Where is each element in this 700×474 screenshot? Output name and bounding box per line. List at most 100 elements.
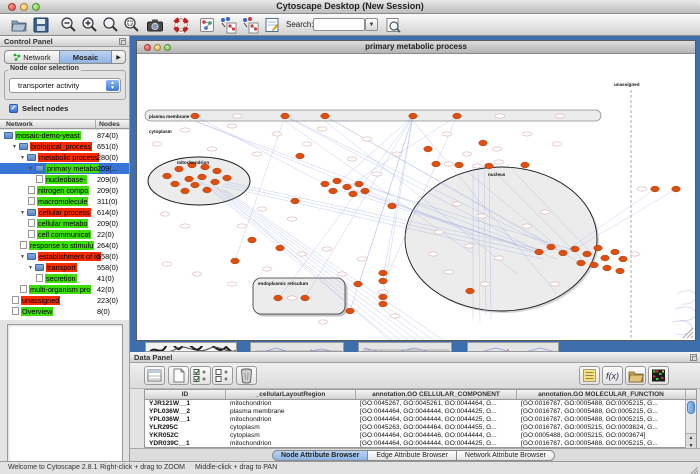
network-node[interactable] xyxy=(191,113,200,119)
table-cell[interactable]: cytoplasm xyxy=(226,424,356,432)
network-node[interactable] xyxy=(231,258,240,264)
table-cell[interactable]: [GO:0005488, GO:0005215, GO:0003674] xyxy=(517,432,686,440)
network-node[interactable] xyxy=(590,262,599,268)
create-network-selected-nodes-icon[interactable] xyxy=(219,16,237,34)
network-node[interactable] xyxy=(333,178,342,184)
delete-attribute-icon[interactable] xyxy=(236,366,257,385)
create-network-selected-edges-icon[interactable] xyxy=(241,16,259,34)
table-cell[interactable]: mitochondrion xyxy=(226,440,356,448)
network-node[interactable] xyxy=(466,288,475,294)
network-node[interactable] xyxy=(203,187,212,193)
table-cell[interactable]: [GO:0044464, GO:0044444, GO:0044425, G..… xyxy=(356,408,517,416)
network-node[interactable] xyxy=(571,246,580,252)
tree-row[interactable]: Overview8(0) xyxy=(0,306,129,317)
network-edge-loop[interactable] xyxy=(677,291,695,304)
network-node[interactable] xyxy=(583,251,592,257)
network-node[interactable] xyxy=(521,162,530,168)
network-node[interactable] xyxy=(346,308,355,314)
minimized-window-3[interactable] xyxy=(358,342,452,352)
network-node[interactable] xyxy=(594,245,603,251)
network-node[interactable] xyxy=(329,188,338,194)
minimized-window-2[interactable] xyxy=(250,342,344,352)
table-scrollbar[interactable]: ▲▼ xyxy=(685,400,696,449)
network-node[interactable] xyxy=(301,295,310,301)
network-tree-header[interactable]: Network Nodes xyxy=(0,119,129,129)
network-edge[interactable] xyxy=(212,185,416,340)
table-cell[interactable]: mitochondrion xyxy=(226,416,356,424)
expand-arrow-icon[interactable]: ▼ xyxy=(28,265,35,271)
unselect-all-attributes-icon[interactable] xyxy=(212,366,233,385)
network-edge[interactable] xyxy=(305,116,413,298)
network-node[interactable] xyxy=(619,256,628,262)
tree-row[interactable]: unassigned223(0) xyxy=(0,295,129,306)
network-node[interactable] xyxy=(672,186,681,192)
network-node[interactable] xyxy=(198,174,207,180)
tree-row[interactable]: multi-organism pro42(0) xyxy=(0,284,129,295)
table-row[interactable]: YKR052Ccytoplasm[GO:0044464, GO:0044446,… xyxy=(145,432,696,440)
network-node[interactable] xyxy=(175,166,184,172)
tree-row[interactable]: mosaic-demo-yeast874(0) xyxy=(0,130,129,141)
table-cell[interactable]: [GO:0044464, GO:0044446, GO:0044444, G..… xyxy=(356,432,517,440)
network-manager-icon[interactable] xyxy=(198,16,216,34)
tab-mosaic[interactable]: Mosaic xyxy=(60,50,112,64)
network-node[interactable] xyxy=(274,295,283,301)
network-node[interactable] xyxy=(248,237,257,243)
table-column-header[interactable]: annotation.GO CELLULAR_COMPONENT xyxy=(356,390,517,399)
attribute-table-header[interactable]: ID_cellularLayoutRegionannotation.GO CEL… xyxy=(145,390,696,400)
network-node[interactable] xyxy=(616,268,625,274)
table-cell[interactable]: [GO:0016787, GO:0005215, GO:0003824, G..… xyxy=(517,424,686,432)
network-node[interactable] xyxy=(388,203,397,209)
snapshot-camera-icon[interactable] xyxy=(146,16,164,34)
network-node[interactable] xyxy=(281,113,290,119)
table-cell[interactable]: YPL036W__2 xyxy=(145,408,226,416)
network-node[interactable] xyxy=(424,146,433,152)
tree-row[interactable]: ▼primary metabo209(... xyxy=(0,163,129,174)
network-node[interactable] xyxy=(191,182,200,188)
table-cell[interactable]: YLR295C xyxy=(145,424,226,432)
network-node[interactable] xyxy=(432,161,441,167)
network-node[interactable] xyxy=(296,153,305,159)
network-node[interactable] xyxy=(185,176,194,182)
tree-row[interactable]: secretion41(0) xyxy=(0,273,129,284)
tree-row[interactable]: ▼transport558(0) xyxy=(0,262,129,273)
table-row[interactable]: YDR039C__1mitochondrion[GO:0044464, GO:0… xyxy=(145,440,696,448)
tree-row[interactable]: macromolecule311(0) xyxy=(0,196,129,207)
network-node[interactable] xyxy=(321,113,330,119)
network-node[interactable] xyxy=(163,173,172,179)
network-node[interactable] xyxy=(603,265,612,271)
zoom-selected-icon[interactable] xyxy=(123,16,141,34)
tree-row[interactable]: cell communicat22(0) xyxy=(0,229,129,240)
network-node[interactable] xyxy=(171,181,180,187)
attribute-browser-tab[interactable]: Edge Attribute Browser xyxy=(368,450,457,461)
network-node[interactable] xyxy=(213,168,222,174)
minimized-window-4[interactable] xyxy=(467,342,559,352)
scrollbar-arrows[interactable]: ▲▼ xyxy=(686,433,696,449)
attribute-table[interactable]: ID_cellularLayoutRegionannotation.GO CEL… xyxy=(144,389,697,448)
tree-row[interactable]: nucleobase-209(0) xyxy=(0,174,129,185)
network-node[interactable] xyxy=(349,191,358,197)
table-cell[interactable]: [GO:0045267, GO:0045261, GO:0044464, G..… xyxy=(356,400,517,408)
network-node[interactable] xyxy=(453,113,462,119)
save-session-icon[interactable] xyxy=(32,16,50,34)
table-cell[interactable]: YDR039C__1 xyxy=(145,440,226,448)
network-node[interactable] xyxy=(379,294,388,300)
table-cell[interactable]: [GO:0044464, GO:0044444, GO:0044425, G..… xyxy=(356,440,517,448)
select-all-attributes-icon[interactable] xyxy=(190,366,211,385)
table-row[interactable]: YPL036W__1mitochondrion[GO:0044464, GO:0… xyxy=(145,416,696,424)
birds-eye-view[interactable] xyxy=(7,324,123,470)
network-node[interactable] xyxy=(211,179,220,185)
table-cell[interactable]: YJR121W__1 xyxy=(145,400,226,408)
network-node[interactable] xyxy=(291,198,300,204)
expand-arrow-icon[interactable]: ▼ xyxy=(12,144,19,150)
network-window-titlebar[interactable]: primary metabolic process xyxy=(137,41,695,54)
network-node[interactable] xyxy=(276,245,285,251)
network-node[interactable] xyxy=(547,244,556,250)
network-node[interactable] xyxy=(485,163,494,169)
attribute-browser-tab[interactable]: Node Attribute Browser xyxy=(272,450,368,461)
network-node[interactable] xyxy=(577,260,586,266)
expand-arrow-icon[interactable]: ▼ xyxy=(28,166,35,172)
table-column-header[interactable]: _cellularLayoutRegion xyxy=(226,390,356,399)
network-node[interactable] xyxy=(601,255,610,261)
zoom-fit-icon[interactable] xyxy=(102,16,120,34)
tree-row[interactable]: response to stimulu264(0) xyxy=(0,240,129,251)
